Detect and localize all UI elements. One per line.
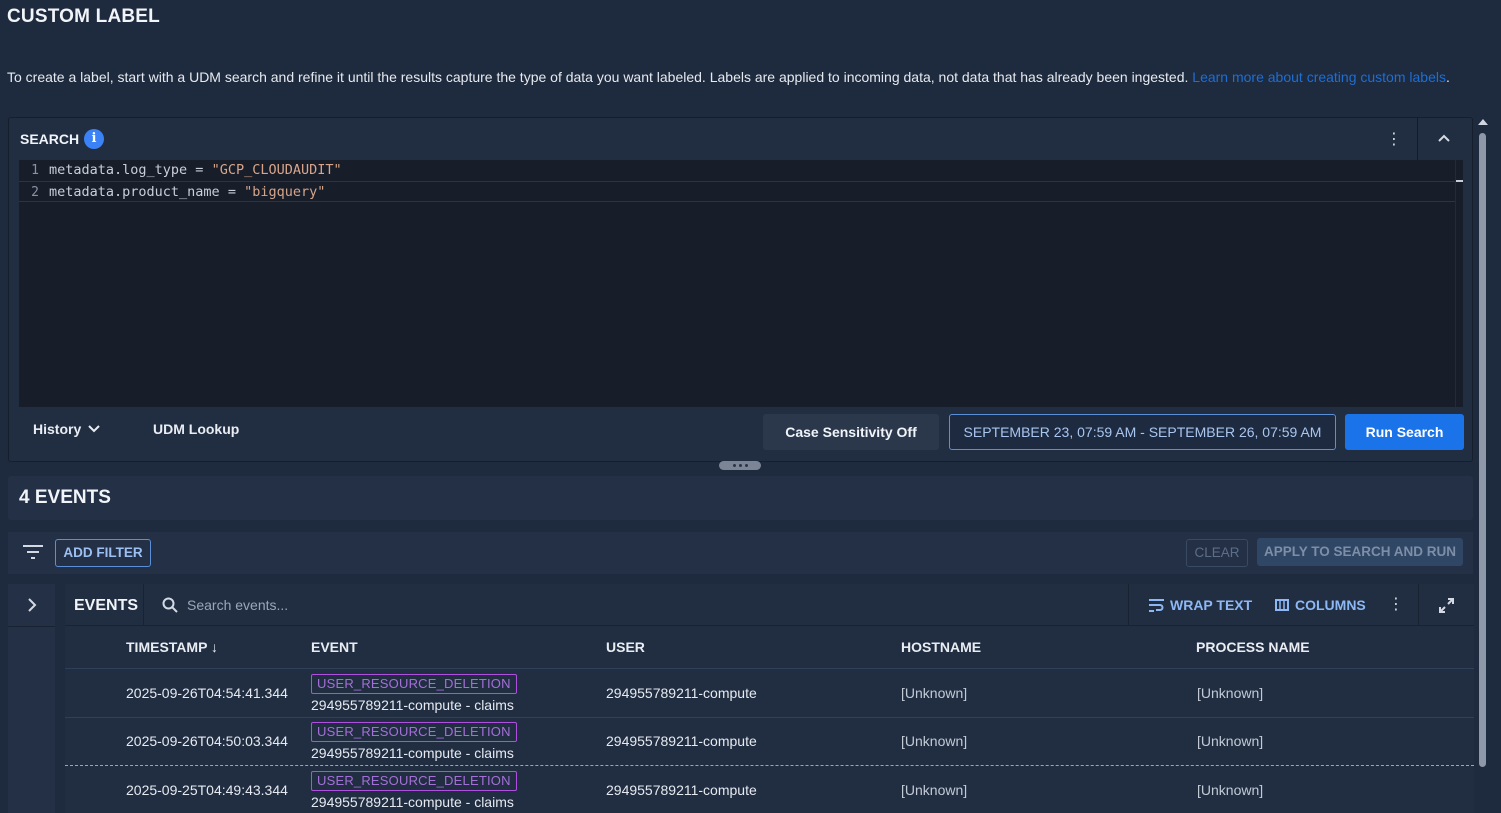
line-code[interactable]: metadata.log_type = "GCP_CLOUDAUDIT": [49, 160, 342, 181]
editor-line[interactable]: 2 metadata.product_name = "bigquery": [19, 181, 1463, 202]
header-divider: [1417, 118, 1418, 162]
page-scrollbar[interactable]: [1477, 117, 1489, 813]
header-divider: [65, 668, 1474, 669]
event-description: 294955789211-compute - claims: [311, 697, 514, 713]
chevron-right-icon[interactable]: [25, 597, 39, 613]
more-vert-icon[interactable]: ⋮: [1386, 129, 1402, 151]
wrap-text-icon: [1149, 598, 1164, 612]
hostname-cell: [Unknown]: [901, 685, 968, 701]
event-description: 294955789211-compute - claims: [311, 745, 514, 761]
chevron-down-icon: [88, 425, 100, 433]
fullscreen-icon[interactable]: [1439, 598, 1454, 613]
column-header-user[interactable]: USER: [606, 639, 645, 655]
more-vert-icon[interactable]: ⋮: [1388, 594, 1404, 616]
event-type-badge: USER_RESOURCE_DELETION: [311, 722, 517, 742]
column-header-timestamp[interactable]: TIMESTAMP ↓: [126, 639, 218, 655]
intro-end: .: [1445, 69, 1450, 85]
chevron-up-icon[interactable]: [1436, 130, 1452, 146]
column-header-hostname[interactable]: HOSTNAME: [901, 639, 981, 655]
panel-resize-handle[interactable]: [719, 461, 761, 470]
wrap-text-button[interactable]: WRAP TEXT: [1149, 597, 1252, 613]
intro-body: To create a label, start with a UDM sear…: [7, 69, 1193, 85]
editor-line[interactable]: 1 metadata.log_type = "GCP_CLOUDAUDIT": [19, 160, 1463, 181]
rail-divider: [8, 626, 55, 627]
user-cell: 294955789211-compute: [606, 782, 757, 798]
column-header-event[interactable]: EVENT: [311, 639, 358, 655]
line-number: 1: [31, 163, 39, 178]
columns-label: COLUMNS: [1295, 597, 1366, 613]
columns-icon: [1275, 599, 1289, 611]
table-row[interactable]: 2025-09-26T04:50:03.344 USER_RESOURCE_DE…: [65, 718, 1474, 766]
case-sensitivity-button[interactable]: Case Sensitivity Off: [763, 414, 939, 450]
hostname-cell: [Unknown]: [901, 782, 968, 798]
history-button[interactable]: History: [33, 421, 101, 437]
table-row[interactable]: 2025-09-25T04:49:43.344 USER_RESOURCE_DE…: [65, 767, 1474, 813]
event-type-badge: USER_RESOURCE_DELETION: [311, 771, 517, 791]
add-filter-button[interactable]: ADD FILTER: [55, 539, 151, 567]
timestamp-cell: 2025-09-26T04:54:41.344: [126, 685, 288, 701]
intro-text: To create a label, start with a UDM sear…: [7, 68, 1492, 87]
learn-more-link[interactable]: Learn more about creating custom labels: [1192, 69, 1446, 85]
toolbar-divider: [1418, 584, 1419, 626]
events-header: 4 EVENTS: [8, 476, 1473, 520]
events-table-title: EVENTS: [74, 597, 139, 614]
event-description: 294955789211-compute - claims: [311, 794, 514, 810]
clear-button[interactable]: CLEAR: [1186, 539, 1248, 567]
event-type-badge: USER_RESOURCE_DELETION: [311, 674, 517, 694]
wrap-text-label: WRAP TEXT: [1170, 597, 1253, 613]
process-cell: [Unknown]: [1197, 782, 1264, 798]
apply-to-search-button[interactable]: APPLY TO SEARCH AND RUN: [1257, 538, 1463, 566]
date-range-button[interactable]: SEPTEMBER 23, 07:59 AM - SEPTEMBER 26, 0…: [949, 414, 1336, 450]
process-cell: [Unknown]: [1197, 685, 1264, 701]
side-rail: [8, 584, 55, 813]
page-title: CUSTOM LABEL: [7, 6, 160, 27]
table-row[interactable]: 2025-09-26T04:54:41.344 USER_RESOURCE_DE…: [65, 670, 1474, 718]
scroll-up-icon[interactable]: [1478, 119, 1488, 125]
editor-scrollbar[interactable]: [1455, 160, 1463, 407]
info-icon[interactable]: i: [84, 129, 104, 149]
process-cell: [Unknown]: [1197, 733, 1264, 749]
search-panel: SEARCH i ⋮ 1 metadata.log_type = "GCP_CL…: [8, 117, 1473, 462]
udm-lookup-button[interactable]: UDM Lookup: [153, 421, 239, 437]
run-search-button[interactable]: Run Search: [1345, 414, 1464, 450]
toolbar-divider: [1128, 584, 1129, 626]
events-table: EVENTS WRAP TEXT COLUMNS ⋮: [65, 584, 1474, 813]
line-number: 2: [31, 185, 39, 200]
search-header: SEARCH i ⋮: [9, 118, 1472, 162]
history-label: History: [33, 421, 82, 437]
line-code[interactable]: metadata.product_name = "bigquery": [49, 182, 325, 203]
filter-icon[interactable]: [23, 544, 43, 560]
search-events-input[interactable]: [187, 594, 487, 616]
timestamp-cell: 2025-09-26T04:50:03.344: [126, 733, 288, 749]
day-divider: [65, 765, 1474, 766]
user-cell: 294955789211-compute: [606, 685, 757, 701]
column-header-process-name[interactable]: PROCESS NAME: [1196, 639, 1310, 655]
scrollbar-thumb[interactable]: [1479, 133, 1486, 767]
search-icon: [162, 597, 178, 613]
query-editor[interactable]: 1 metadata.log_type = "GCP_CLOUDAUDIT" 2…: [19, 160, 1463, 407]
user-cell: 294955789211-compute: [606, 733, 757, 749]
events-table-toolbar: EVENTS WRAP TEXT COLUMNS ⋮: [65, 584, 1474, 626]
filter-bar: ADD FILTER CLEAR APPLY TO SEARCH AND RUN: [8, 532, 1473, 574]
columns-button[interactable]: COLUMNS: [1275, 597, 1366, 613]
timestamp-cell: 2025-09-25T04:49:43.344: [126, 782, 288, 798]
search-title: SEARCH: [20, 131, 80, 147]
search-toolbar: History UDM Lookup Case Sensitivity Off …: [9, 413, 1472, 453]
events-count: 4 EVENTS: [19, 487, 111, 508]
toolbar-divider: [143, 584, 144, 626]
hostname-cell: [Unknown]: [901, 733, 968, 749]
